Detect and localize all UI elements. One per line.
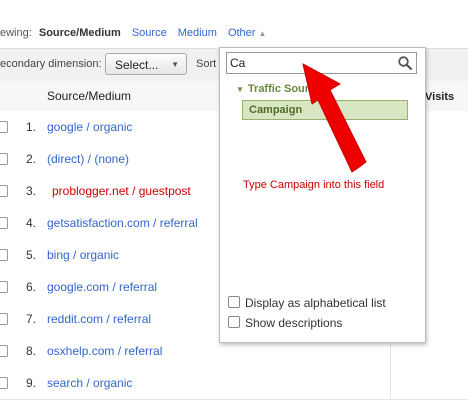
- annotation-arrow: [302, 63, 367, 173]
